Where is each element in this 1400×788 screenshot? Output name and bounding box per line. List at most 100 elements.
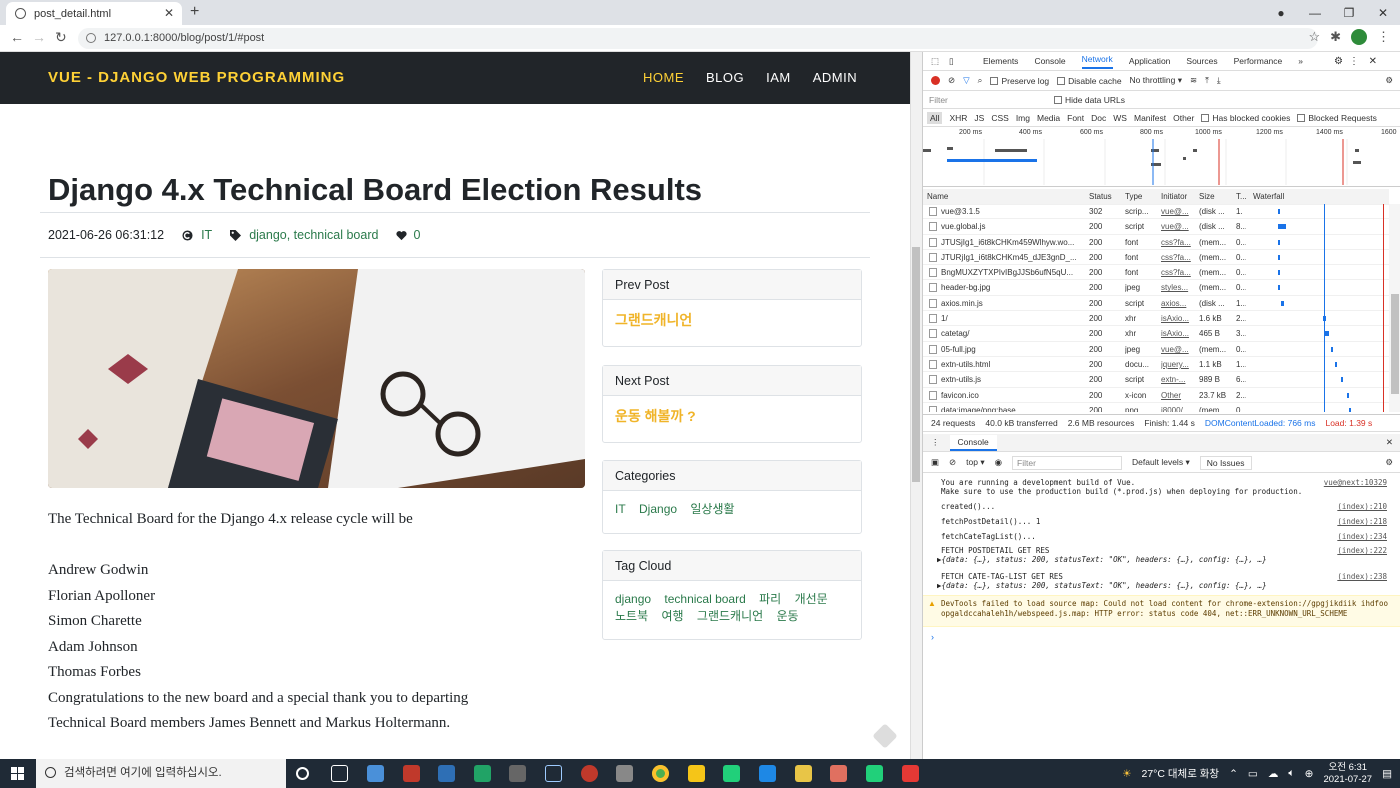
request-row[interactable]: JTURjIg1_i6t8kCHKm45_dJE3gnD_... 200 font c…: [923, 250, 1389, 266]
console-source-link[interactable]: (index):210: [1337, 502, 1387, 511]
type-filter[interactable]: JS: [974, 113, 984, 123]
chrome-menu-icon[interactable]: ⋮: [1377, 29, 1390, 45]
request-initiator[interactable]: Other: [1161, 391, 1191, 400]
filter-icon[interactable]: ▽: [963, 75, 970, 86]
site-info-icon[interactable]: [86, 33, 96, 43]
task-view-icon[interactable]: [331, 765, 348, 782]
devtools-tab-application[interactable]: Application: [1129, 56, 1171, 66]
throttling-select[interactable]: No throttling ▾: [1130, 75, 1182, 86]
console-clear-icon[interactable]: ⊘: [949, 457, 956, 468]
issues-button[interactable]: No Issues: [1199, 455, 1252, 470]
post-category-link[interactable]: IT: [201, 228, 212, 242]
post-tags-link[interactable]: django, technical board: [249, 228, 378, 242]
context-select[interactable]: top ▾: [966, 457, 984, 468]
column-time[interactable]: T...: [1236, 192, 1247, 201]
request-row[interactable]: extn-utils.js 200 script extn-... 989 B 6...: [923, 372, 1389, 388]
column-size[interactable]: Size: [1199, 192, 1215, 201]
devtools-tab-console[interactable]: Console: [1034, 56, 1065, 66]
site-brand[interactable]: VUE - DJANGO WEB PROGRAMMING: [48, 69, 345, 86]
request-row[interactable]: 05-full.jpg 200 jpeg vue@... (mem... 0...: [923, 342, 1389, 357]
device-toggle-icon[interactable]: ▯: [949, 56, 954, 67]
pycharm-icon[interactable]: [866, 765, 883, 782]
request-initiator[interactable]: jquery...: [1161, 360, 1191, 369]
request-initiator[interactable]: i8000/...: [1161, 406, 1191, 412]
category-link[interactable]: IT: [615, 501, 626, 518]
inspect-icon[interactable]: ⬚: [931, 56, 939, 67]
heart-icon[interactable]: [396, 230, 408, 241]
export-icon[interactable]: ⤓: [1217, 75, 1221, 86]
clock[interactable]: 오전 6:31 2021-07-27: [1323, 762, 1372, 786]
tag-link[interactable]: 여행: [661, 608, 683, 625]
calculator-icon[interactable]: [438, 765, 455, 782]
console-source-link[interactable]: vue@next:10329: [1324, 478, 1387, 487]
vscode-icon[interactable]: [759, 765, 776, 782]
console-object-line[interactable]: ▶{data: {…}, status: 200, statusText: "O…: [937, 555, 1267, 564]
request-initiator[interactable]: vue@...: [1161, 345, 1191, 354]
request-row[interactable]: 1/200 xhr isAxio... 1.6 kB 2...: [923, 311, 1389, 327]
has-blocked-cookies-checkbox[interactable]: Has blocked cookies: [1201, 113, 1290, 123]
request-table-scrollbar[interactable]: [1389, 204, 1400, 412]
request-initiator[interactable]: vue@...: [1161, 207, 1191, 216]
category-link[interactable]: Django: [639, 501, 677, 518]
close-window-button[interactable]: ✕: [1366, 6, 1400, 20]
request-row[interactable]: catetag/200 xhr isAxio... 465 B 3...: [923, 326, 1389, 342]
column-status[interactable]: Status: [1089, 192, 1112, 201]
blocked-requests-checkbox[interactable]: Blocked Requests: [1297, 113, 1377, 123]
request-row[interactable]: JTUSjIg1_i6t8kCHKm459Wlhyw.wo... 200 font c…: [923, 235, 1389, 250]
weather-text[interactable]: 27°C 대체로 화창: [1142, 766, 1220, 781]
menu-blog[interactable]: BLOG: [706, 70, 744, 85]
type-filter[interactable]: Other: [1173, 113, 1194, 123]
profile-menu-icon[interactable]: ●: [1264, 6, 1298, 20]
request-initiator[interactable]: extn-...: [1161, 375, 1191, 384]
app-icon[interactable]: [795, 765, 812, 782]
type-filter[interactable]: XHR: [949, 113, 967, 123]
reload-button[interactable]: ↻: [55, 29, 67, 46]
tag-link[interactable]: 그랜드캐니언: [697, 608, 763, 625]
devtools-tab-performance[interactable]: Performance: [1234, 56, 1283, 66]
network-overview[interactable]: 200 ms 400 ms 600 ms 800 ms 1000 ms 1200…: [923, 127, 1400, 187]
network-filter-input[interactable]: Filter: [929, 95, 1054, 105]
app-icon[interactable]: [545, 765, 562, 782]
app-icon[interactable]: [474, 765, 491, 782]
devtools-settings-icon[interactable]: ⚙: [1334, 56, 1343, 67]
console-sidebar-icon[interactable]: ▣: [931, 457, 939, 468]
clear-icon[interactable]: ⊘: [948, 75, 955, 86]
log-levels-select[interactable]: Default levels ▾: [1132, 457, 1190, 468]
cloud-icon[interactable]: ☁: [1268, 768, 1279, 780]
request-row[interactable]: header-bg.jpg 200 jpeg styles... (mem... 0...: [923, 280, 1389, 296]
notification-icon[interactable]: ▤: [1382, 768, 1392, 780]
column-name[interactable]: Name: [927, 192, 948, 201]
column-waterfall[interactable]: Waterfall: [1253, 192, 1284, 201]
wifi-icon[interactable]: ≋: [1190, 75, 1197, 86]
request-row[interactable]: vue@3.1.5 302 scrip... vue@... (disk ... 1.: [923, 204, 1389, 220]
start-button[interactable]: [11, 767, 24, 780]
type-filter[interactable]: Font: [1067, 113, 1084, 123]
type-filter[interactable]: CSS: [991, 113, 1008, 123]
preserve-log-checkbox[interactable]: Preserve log: [990, 76, 1049, 86]
app-icon[interactable]: [509, 765, 526, 782]
devtools-menu-icon[interactable]: ⋮: [1349, 56, 1359, 67]
record-icon[interactable]: [931, 76, 940, 85]
request-initiator[interactable]: isAxio...: [1161, 314, 1191, 323]
volume-icon[interactable]: 🔈︎: [1288, 767, 1294, 780]
tag-link[interactable]: django: [615, 591, 651, 608]
menu-iam[interactable]: IAM: [766, 70, 791, 85]
chrome-icon[interactable]: [652, 765, 669, 782]
back-button[interactable]: ←: [10, 29, 24, 45]
tray-chevron-icon[interactable]: ⌃: [1229, 768, 1238, 780]
page-scroll-thumb[interactable]: [912, 247, 920, 482]
type-filter[interactable]: All: [927, 111, 943, 124]
console-prompt[interactable]: ›: [931, 632, 934, 642]
input-method-icon[interactable]: ⊕: [1305, 768, 1314, 780]
app-icon[interactable]: [902, 765, 919, 782]
live-expression-icon[interactable]: ◉: [995, 457, 1002, 468]
column-type[interactable]: Type: [1125, 192, 1142, 201]
column-initiator[interactable]: Initiator: [1161, 192, 1187, 201]
console-source-link[interactable]: (index):222: [1337, 546, 1387, 555]
request-row[interactable]: data:image/png;base... 200 png i8000/... (me…: [923, 403, 1389, 412]
app-icon[interactable]: [581, 765, 598, 782]
drawer-tab-console[interactable]: Console: [949, 434, 997, 451]
request-row[interactable]: favicon.ico 200 x-icon Other 23.7 kB 2...: [923, 388, 1389, 403]
profile-avatar[interactable]: [1351, 29, 1367, 45]
scroll-top-icon[interactable]: [872, 723, 898, 749]
